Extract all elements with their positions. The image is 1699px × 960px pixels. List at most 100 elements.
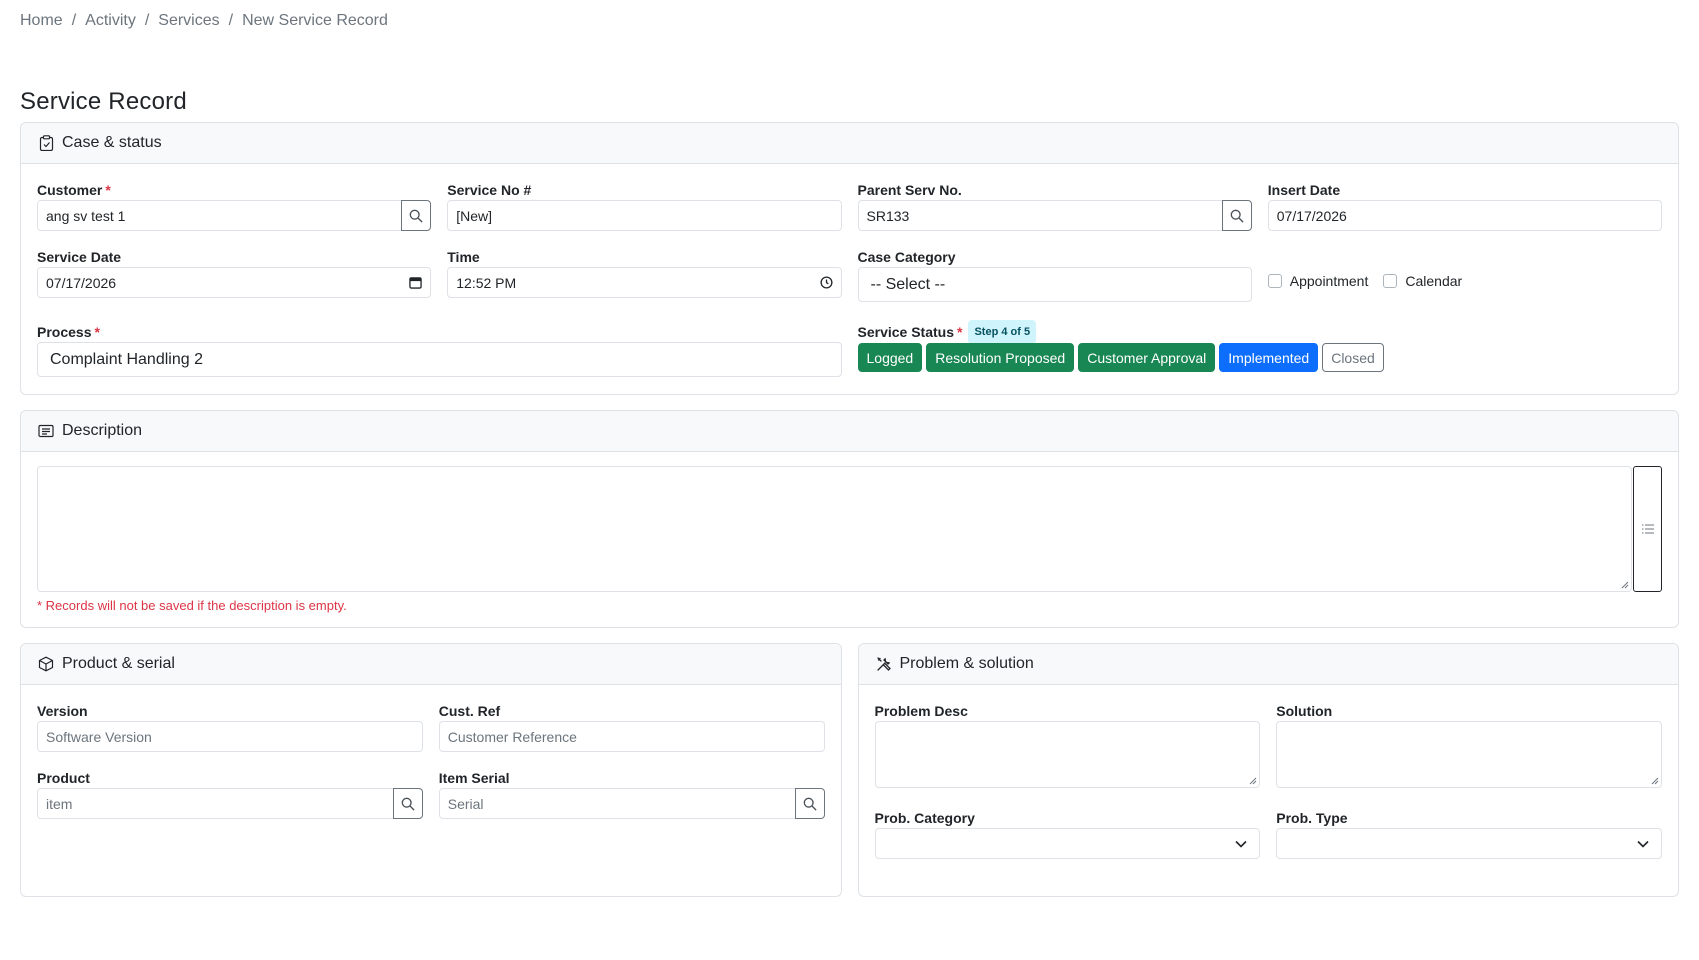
solution-label: Solution [1276, 703, 1333, 719]
version-input[interactable]: Software Version [37, 721, 423, 752]
case-status-card: Case & status Customer * ang sv test 1 Se… [20, 122, 1679, 395]
search-icon [401, 797, 415, 811]
breadcrumb-home[interactable]: Home [20, 12, 63, 30]
customer-search-button[interactable] [401, 200, 432, 231]
case-status-title: Case & status [62, 134, 162, 151]
breadcrumb-current: New Service Record [242, 12, 388, 29]
checkbox-field: Appointment Calendar [1267, 247, 1662, 302]
service-date-input[interactable]: 07/17/2026 [37, 267, 432, 298]
item-serial-label: Item Serial [438, 770, 510, 786]
status-step-logged[interactable]: Logged [857, 343, 923, 372]
prob-category-select[interactable] [874, 828, 1261, 859]
prob-type-select[interactable] [1276, 828, 1662, 859]
product-serial-header: Product & serial [21, 644, 841, 685]
item-serial-search-button[interactable] [794, 788, 825, 819]
chevron-down-icon [1637, 840, 1649, 848]
search-icon [409, 209, 423, 223]
status-step-resolution-proposed[interactable]: Resolution Proposed [926, 343, 1075, 372]
appointment-checkbox-box[interactable] [1267, 273, 1282, 288]
product-field: Product item [37, 768, 423, 819]
breadcrumb-separator: / [144, 12, 150, 29]
time-label: Time [447, 249, 480, 265]
calendar-label: Calendar [1405, 272, 1463, 289]
customer-field: Customer * ang sv test 1 [37, 180, 432, 231]
description-side-toolbar[interactable] [1633, 466, 1662, 592]
product-serial-title: Product & serial [62, 655, 175, 672]
product-label: Product [37, 770, 90, 786]
customer-input[interactable]: ang sv test 1 [37, 200, 403, 231]
resize-grip-icon[interactable] [1249, 777, 1257, 785]
item-serial-input[interactable]: Serial [438, 788, 796, 819]
breadcrumb-services[interactable]: Services [158, 12, 219, 30]
parent-serv-input[interactable]: SR133 [857, 200, 1223, 231]
parent-serv-search-button[interactable] [1221, 200, 1252, 231]
item-serial-field: Item Serial Serial [438, 768, 825, 819]
search-icon [803, 797, 817, 811]
cust-ref-input[interactable]: Customer Reference [438, 721, 825, 752]
clock-icon[interactable] [819, 276, 833, 289]
description-helper-text: * Records will not be saved if the descr… [37, 598, 347, 613]
prob-category-field: Prob. Category [874, 808, 1261, 859]
status-step-closed[interactable]: Closed [1322, 343, 1384, 372]
solution-textarea[interactable] [1276, 721, 1662, 788]
service-date-label: Service Date [37, 249, 122, 265]
description-header: Description [21, 411, 1678, 452]
version-label: Version [37, 703, 88, 719]
breadcrumb-separator: / [71, 12, 77, 29]
process-input[interactable]: Complaint Handling 2 [37, 342, 842, 377]
time-field: Time 12:52 PM [447, 247, 842, 302]
problem-desc-field: Problem Desc [874, 701, 1261, 788]
case-status-header: Case & status [21, 123, 1678, 164]
solution-field: Solution [1276, 701, 1662, 788]
insert-date-label: Insert Date [1267, 182, 1341, 198]
problem-desc-textarea[interactable] [874, 721, 1261, 788]
version-field: Version Software Version [37, 701, 423, 752]
cust-ref-field: Cust. Ref Customer Reference [438, 701, 825, 752]
chevron-down-icon [1235, 840, 1247, 848]
insert-date-field: Insert Date 07/17/2026 [1267, 180, 1662, 231]
product-input[interactable]: item [37, 788, 394, 819]
appointment-checkbox[interactable]: Appointment [1267, 272, 1369, 289]
step-badge: Step 4 of 5 [968, 320, 1037, 344]
service-no-input[interactable]: [New] [447, 200, 842, 231]
case-category-label: Case Category [857, 249, 956, 265]
resize-grip-icon[interactable] [1621, 581, 1629, 589]
list-icon[interactable] [1641, 524, 1654, 534]
prob-type-label: Prob. Type [1276, 810, 1348, 826]
appointment-label: Appointment [1289, 272, 1369, 289]
time-input[interactable]: 12:52 PM [447, 267, 842, 298]
case-category-select[interactable]: -- Select -- [857, 267, 1252, 302]
problem-solution-card: Problem & solution Problem Desc Solution [857, 643, 1679, 897]
calendar-checkbox-box[interactable] [1383, 273, 1398, 288]
clipboard-icon [37, 134, 55, 152]
description-card: Description * Records will not be saved … [20, 410, 1679, 628]
insert-date-input[interactable]: 07/17/2026 [1267, 200, 1662, 231]
problem-solution-title: Problem & solution [899, 655, 1034, 672]
service-no-field: Service No # [New] [447, 180, 842, 231]
breadcrumb: Home / Activity / Services / New Service… [20, 10, 1679, 32]
status-step-implemented[interactable]: Implemented [1219, 343, 1319, 372]
status-step-customer-approval[interactable]: Customer Approval [1078, 343, 1216, 372]
parent-serv-field: Parent Serv No. SR133 [857, 180, 1252, 231]
tools-icon [875, 655, 893, 673]
breadcrumb-activity[interactable]: Activity [85, 12, 136, 30]
description-textarea[interactable] [37, 466, 1632, 592]
problem-solution-header: Problem & solution [858, 644, 1678, 685]
service-date-field: Service Date 07/17/2026 [37, 247, 432, 302]
process-label: Process * [37, 324, 100, 340]
calendar-icon[interactable] [409, 276, 422, 289]
service-no-label: Service No # [447, 182, 532, 198]
service-status-field: Service Status * Step 4 of 5 Logged Resol… [857, 320, 1663, 377]
prob-category-label: Prob. Category [874, 810, 975, 826]
service-status-label: Service Status * Step 4 of 5 [858, 320, 1663, 344]
page: Home / Activity / Services / New Service… [0, 0, 1699, 897]
cust-ref-label: Cust. Ref [438, 703, 501, 719]
case-category-field: Case Category -- Select -- [857, 247, 1252, 302]
resize-grip-icon[interactable] [1651, 777, 1659, 785]
product-search-button[interactable] [392, 788, 423, 819]
box-icon [37, 655, 55, 673]
breadcrumb-separator: / [228, 12, 234, 29]
page-title: Service Record [20, 88, 187, 115]
calendar-checkbox[interactable]: Calendar [1383, 273, 1462, 289]
product-serial-card: Product & serial Version Software Versio… [20, 643, 842, 897]
